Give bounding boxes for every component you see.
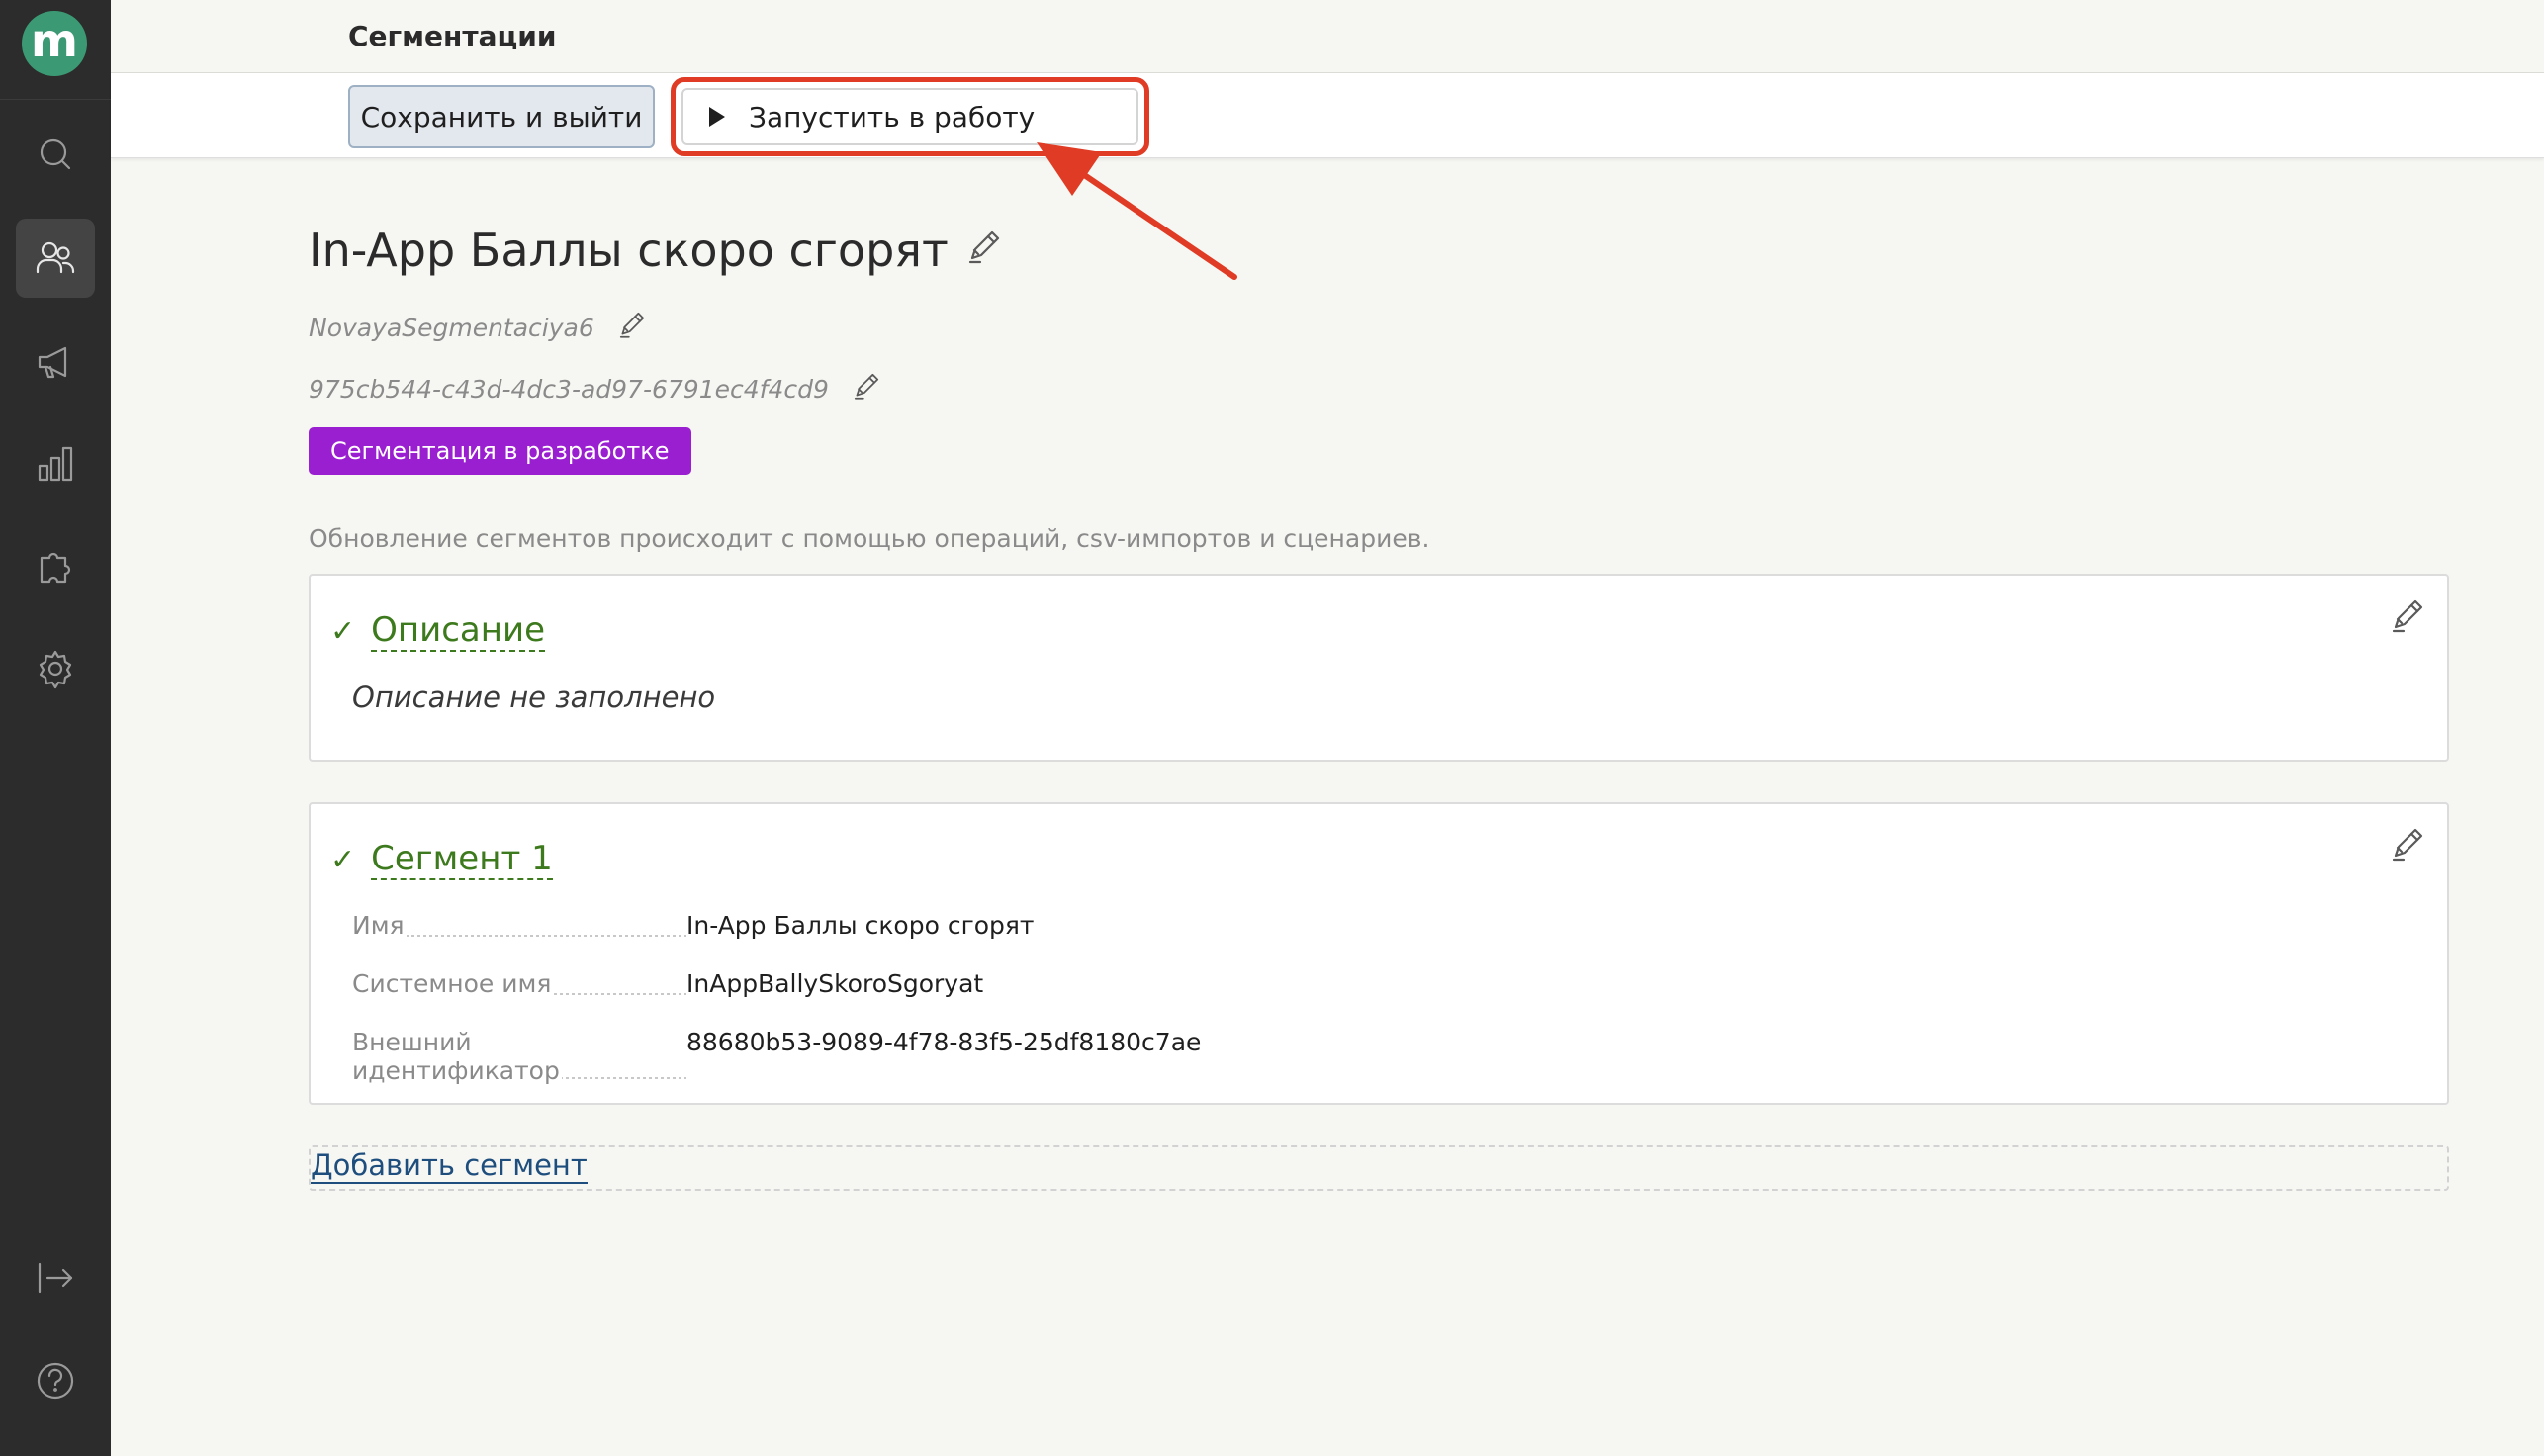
status-badge: Сегментация в разработке [309,427,691,475]
sidebar-divider [0,99,111,100]
system-name-text: NovayaSegmentaciya6 [309,313,594,342]
header: Сегментации [111,0,2544,73]
run-button-label: Запустить в работу [749,100,1036,134]
edit-description-pencil-icon[interactable] [2388,595,2427,639]
field-label: Системное имя [352,969,686,998]
search-icon [40,138,71,170]
logout-icon [38,1262,73,1294]
segmentation-id: 975cb544-c43d-4dc3-ad97-6791ec4f4cd9 [309,370,882,408]
field-value: In-App Баллы скоро сгорят [686,911,1035,940]
save-and-exit-button[interactable]: Сохранить и выйти [348,85,655,148]
sidebar-item-settings[interactable] [16,629,95,708]
run-button[interactable]: Запустить в работу [681,88,1138,145]
description-empty-text: Описание не заполнено [352,681,716,714]
sidebar-item-search[interactable] [16,115,95,194]
segment-card: ✓ Сегмент 1 Имя In-App Баллы скоро сгоря… [309,802,2449,1105]
check-icon: ✓ [330,614,356,650]
edit-id-pencil-icon[interactable] [851,370,882,408]
toolbar: Сохранить и выйти Запустить в работу [111,73,2544,158]
field-value: InAppBallySkoroSgoryat [686,969,984,998]
segmentation-id-text: 975cb544-c43d-4dc3-ad97-6791ec4f4cd9 [309,374,829,404]
edit-segment-pencil-icon[interactable] [2388,824,2427,867]
page-section-title: Сегментации [348,20,557,52]
play-icon [709,107,725,127]
sidebar-item-logout[interactable] [16,1238,95,1318]
sidebar-item-users[interactable] [16,219,95,298]
sidebar-item-help[interactable] [16,1341,95,1420]
logo[interactable]: m [22,11,87,76]
field-value: 88680b53-9089-4f78-83f5-25df8180c7ae [686,1028,1202,1056]
check-icon: ✓ [330,843,356,878]
sidebar-item-analytics[interactable] [16,424,95,503]
add-segment-link[interactable]: Добавить сегмент [311,1148,588,1185]
description-card: ✓ Описание Описание не заполнено [309,574,2449,762]
description-title-label: Описание [371,610,546,653]
field-label: Имя [352,911,686,940]
add-segment-area[interactable]: Добавить сегмент [309,1145,2449,1191]
field-label: Внешний идентификатор [352,1028,686,1085]
description-card-title[interactable]: ✓ Описание [330,610,546,653]
segment-field-external-id: Внешний идентификатор 88680b53-9089-4f78… [352,1028,1201,1085]
edit-title-pencil-icon[interactable] [964,224,1004,277]
segmentation-title-text: In-App Баллы скоро сгорят [309,224,949,277]
sidebar-item-integrations[interactable] [16,526,95,605]
segmentation-system-name: NovayaSegmentaciya6 [309,309,648,346]
megaphone-icon [38,346,67,379]
edit-system-name-pencil-icon[interactable] [616,309,648,346]
sidebar-item-campaigns[interactable] [16,322,95,402]
help-icon [37,1362,74,1400]
segment-card-title[interactable]: ✓ Сегмент 1 [330,839,553,881]
segment-field-name: Имя In-App Баллы скоро сгорят [352,911,1035,940]
puzzle-icon [40,552,71,584]
segmentation-title: In-App Баллы скоро сгорят [309,224,1004,277]
annotation-arrow [1037,142,1237,280]
segment-field-system-name: Системное имя InAppBallySkoroSgoryat [352,969,983,998]
bar-chart-icon [38,446,73,482]
segment-title-label: Сегмент 1 [371,839,553,881]
gear-icon [39,650,72,689]
update-info-text: Обновление сегментов происходит с помощь… [309,524,1430,553]
sidebar: m [0,0,111,1456]
users-icon [36,241,75,274]
